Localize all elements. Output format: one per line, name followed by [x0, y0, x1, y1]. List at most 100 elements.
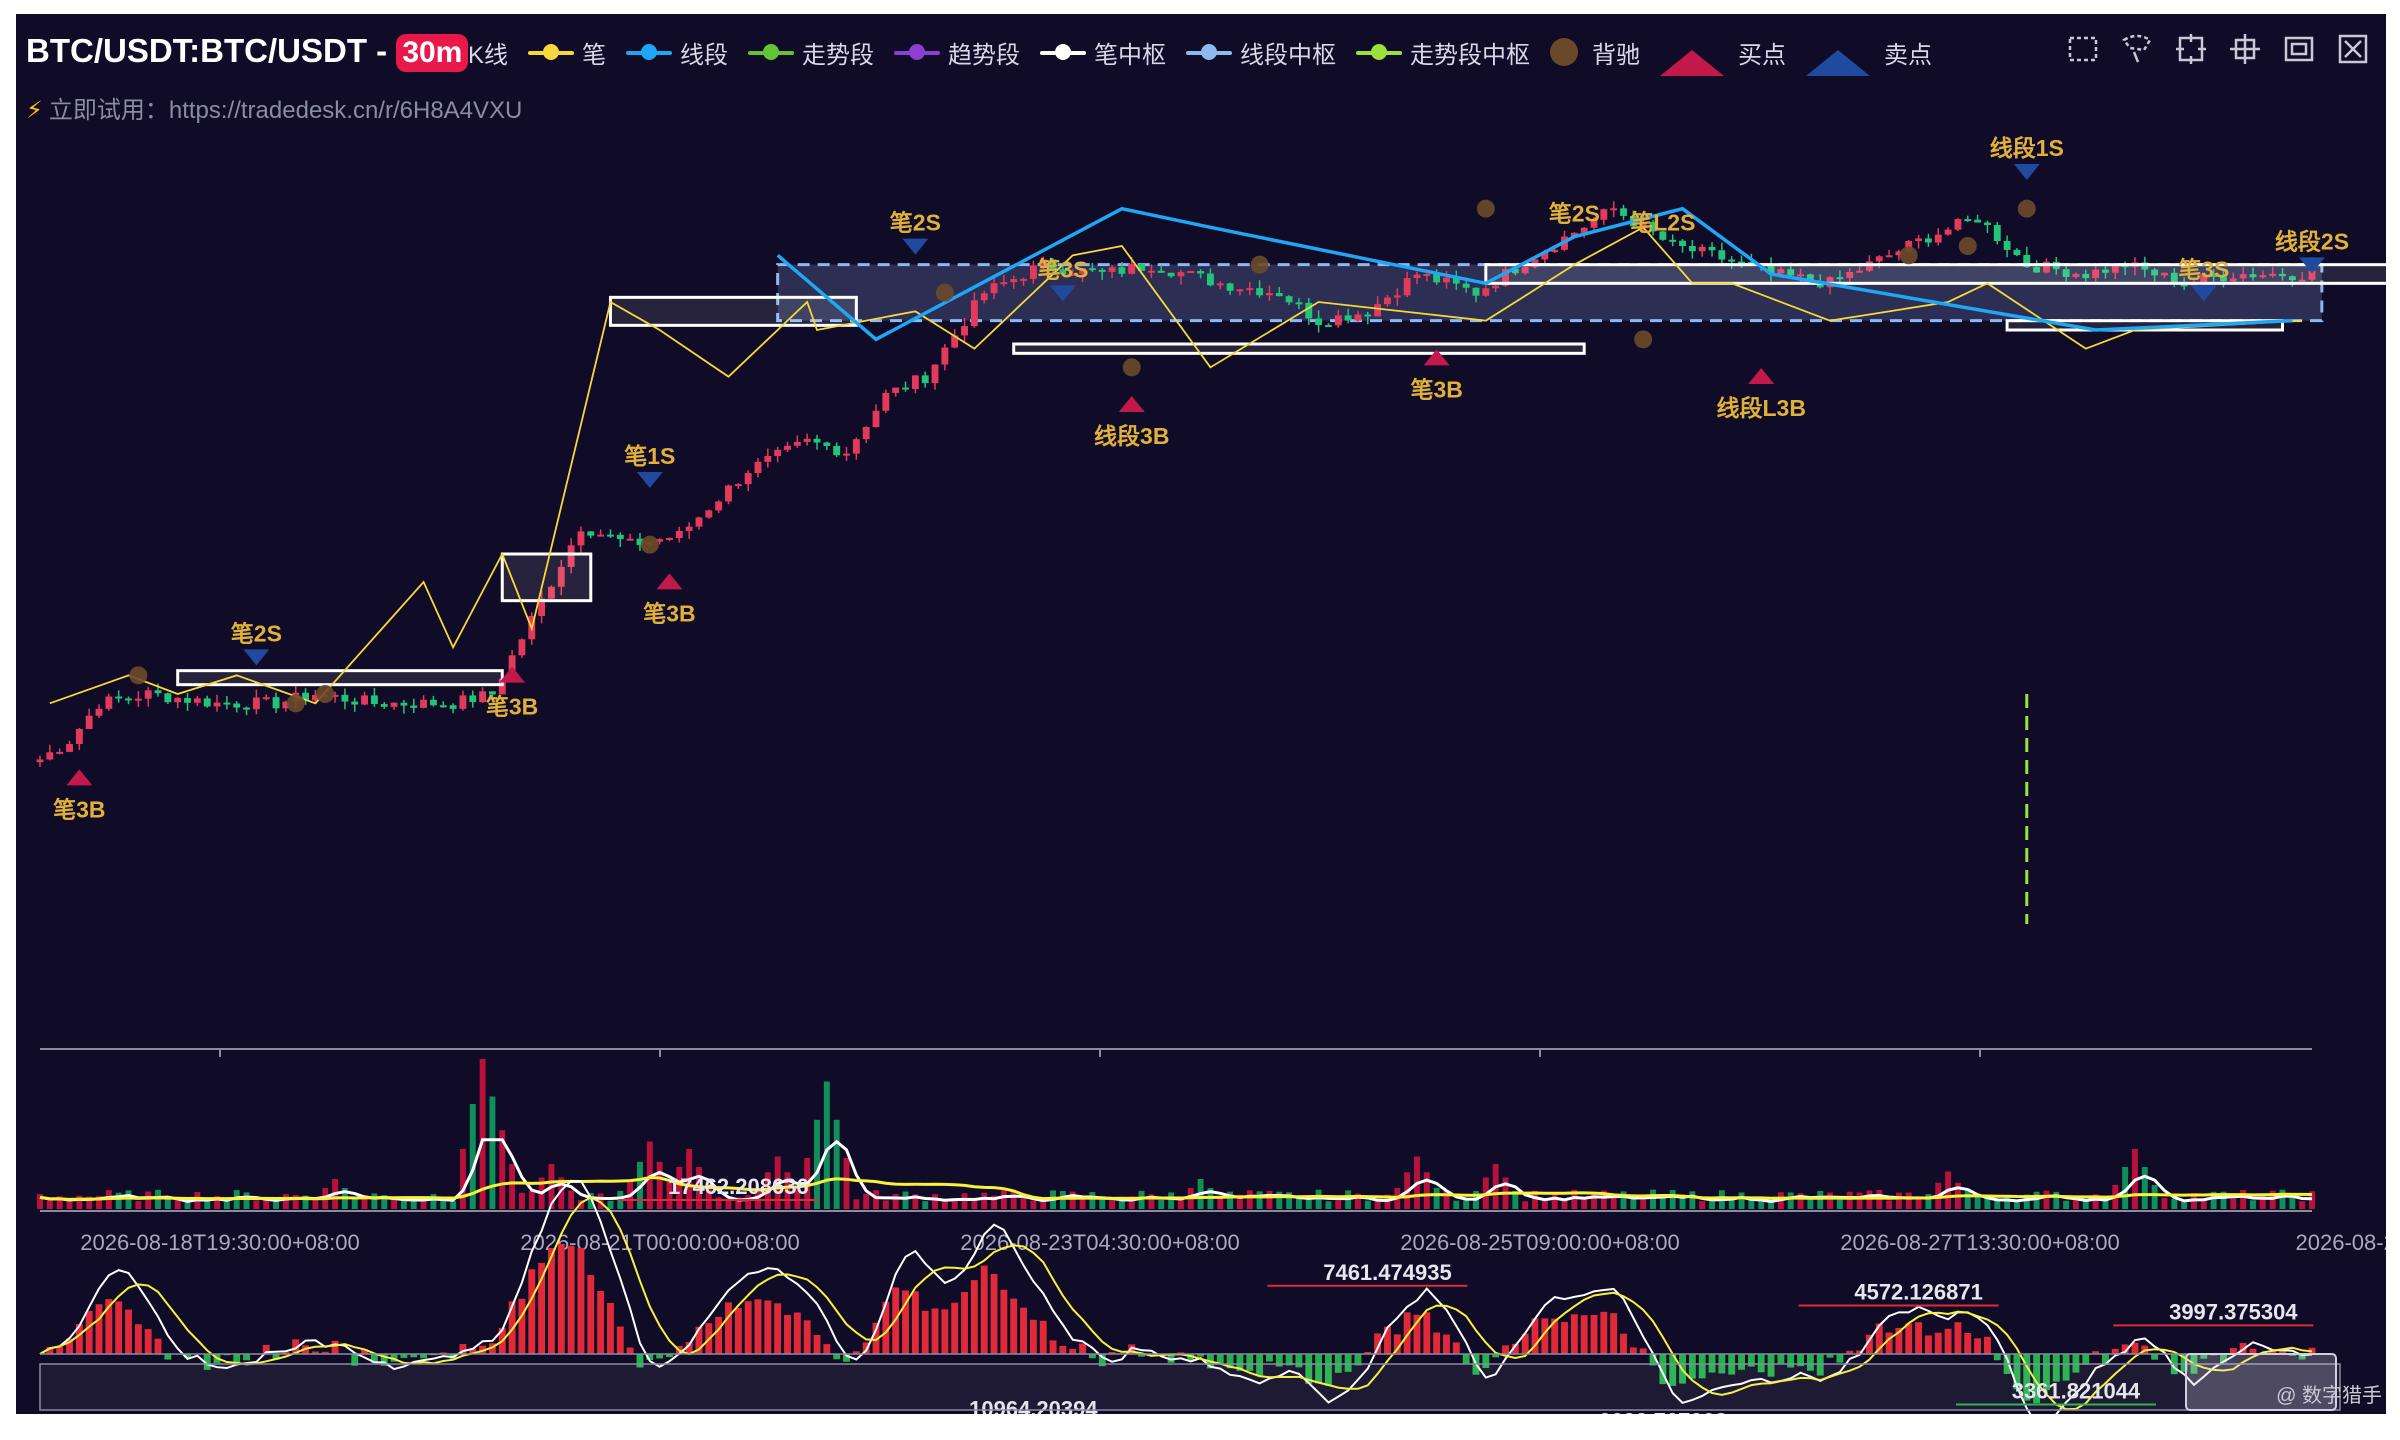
legend-item-1[interactable]: 笔 — [528, 35, 606, 70]
candle-body — [1364, 314, 1372, 317]
candle-body — [1187, 271, 1195, 274]
candle-body — [695, 517, 703, 527]
volume-bar — [981, 1192, 988, 1209]
volume-bar — [2161, 1197, 2168, 1209]
candle-body — [1157, 270, 1165, 273]
macd-bar — [1502, 1345, 1509, 1354]
macd-value-label: 17462.208636 — [668, 1174, 809, 1199]
volume-bar — [932, 1194, 938, 1209]
sell-point-marker — [636, 472, 663, 488]
volume-bar — [922, 1201, 929, 1209]
candle-body — [1384, 297, 1391, 305]
volume-bar — [2151, 1185, 2158, 1209]
macd-bar — [1000, 1289, 1008, 1354]
macd-bar — [1993, 1354, 2001, 1361]
volume-bar — [1905, 1192, 1912, 1209]
legend-item-5[interactable]: 笔中枢 — [1040, 35, 1166, 70]
candle-body — [1098, 269, 1106, 272]
lasso-select-icon[interactable] — [2116, 28, 2158, 70]
volume-bar — [391, 1198, 398, 1209]
candle-body — [1472, 287, 1480, 296]
macd-bar — [1039, 1320, 1047, 1354]
legend-item-9[interactable]: 买点 — [1660, 28, 1786, 76]
volume-bar — [528, 1191, 535, 1209]
legend-item-10[interactable]: 卖点 — [1806, 28, 1932, 76]
volume-bar — [568, 1190, 575, 1209]
macd-bar — [1079, 1343, 1087, 1354]
page-title: BTC/USDT:BTC/USDT - 30m — [26, 32, 469, 72]
candle-body — [1875, 256, 1883, 262]
candle-body — [774, 449, 782, 456]
volume-bar — [892, 1193, 899, 1209]
signal-label: 笔1S — [624, 443, 675, 469]
signal-label: 笔2S — [890, 210, 941, 236]
chanlun-chart[interactable]: 笔3B 笔2S 笔3B 笔1S 笔3B 笔2S 笔3S 线段3B 笔3B 笔2S 笔L2S 线段L3B… — [16, 14, 2386, 1414]
macd-bar — [85, 1310, 93, 1354]
volume-bar — [125, 1190, 132, 1209]
volume-bar — [853, 1199, 860, 1209]
macd-bar — [803, 1320, 811, 1354]
zoom-out-icon[interactable] — [2224, 28, 2266, 70]
bi-center-box — [608, 295, 858, 327]
candle-body — [429, 699, 437, 706]
candle-body — [1718, 250, 1726, 260]
volume-bar — [1000, 1190, 1007, 1209]
candle-body — [184, 698, 191, 703]
legend-swatch — [626, 37, 673, 67]
candle-body — [1010, 279, 1018, 283]
volume-bar — [1836, 1198, 1843, 1209]
macd-bar — [725, 1302, 732, 1354]
volume-bar — [1866, 1190, 1873, 1209]
candle-body — [1216, 283, 1224, 286]
volume-bar — [2043, 1190, 2050, 1209]
legend-item-3[interactable]: 走势段 — [748, 35, 874, 70]
volume-bar — [1423, 1172, 1430, 1209]
reset-axes-icon[interactable] — [2332, 28, 2374, 70]
macd-bar — [1020, 1307, 1027, 1354]
macd-bar — [567, 1245, 575, 1354]
candle-body — [1000, 282, 1008, 285]
candle-body — [1167, 272, 1175, 277]
candle-body — [872, 410, 880, 428]
legend-item-8[interactable]: 背驰 — [1550, 35, 1640, 70]
autoscale-icon[interactable] — [2278, 28, 2320, 70]
chart-stage: 笔3B 笔2S 笔3B 笔1S 笔3B 笔2S 笔3S 线段3B 笔3B 笔2S 笔L2S 线段L3B… — [16, 14, 2386, 1414]
volume-bar — [135, 1201, 142, 1209]
candle-body — [66, 744, 73, 752]
candle-body — [2013, 249, 2021, 255]
legend-item-2[interactable]: 线段 — [626, 35, 728, 70]
candle-body — [1147, 270, 1155, 273]
volume-bar — [164, 1199, 171, 1209]
legend-item-4[interactable]: 趋势段 — [894, 35, 1020, 70]
volume-bar — [1541, 1200, 1548, 1209]
macd-bar — [243, 1354, 250, 1361]
zoom-in-icon[interactable] — [2170, 28, 2212, 70]
candle-body — [911, 375, 919, 390]
candle-body — [125, 698, 132, 701]
trial-link[interactable]: ⚡ 立即试用：https://tradedesk.cn/r/6H8A4VXU — [26, 90, 522, 125]
macd-bar — [164, 1354, 172, 1360]
volume-bar — [843, 1158, 850, 1209]
candle-body — [420, 699, 428, 708]
legend-item-6[interactable]: 线段中枢 — [1186, 35, 1336, 70]
candle-body — [961, 326, 968, 336]
macd-bar — [1954, 1322, 1962, 1354]
candle-body — [2003, 240, 2011, 250]
signal-label: 笔3B — [53, 796, 105, 822]
divergence-marker — [1899, 246, 1918, 265]
signal-label: 笔L2S — [1630, 210, 1695, 236]
candle-body — [164, 693, 172, 703]
candle-body — [380, 704, 388, 707]
box-zoom-icon[interactable] — [2062, 28, 2104, 70]
volume-bar — [1915, 1198, 1922, 1209]
candle-body — [1020, 278, 1027, 281]
macd-bar — [1029, 1319, 1037, 1354]
macd-bar — [2111, 1348, 2119, 1354]
macd-bar — [1905, 1323, 1913, 1354]
signal-label: 笔3B — [643, 600, 695, 626]
legend-item-0[interactable]: K线 — [468, 35, 508, 70]
legend-item-7[interactable]: 走势段中枢 — [1356, 35, 1530, 70]
macd-bar — [1010, 1298, 1018, 1354]
volume-bar — [1650, 1189, 1656, 1209]
legend-label: 笔中枢 — [1094, 41, 1167, 69]
